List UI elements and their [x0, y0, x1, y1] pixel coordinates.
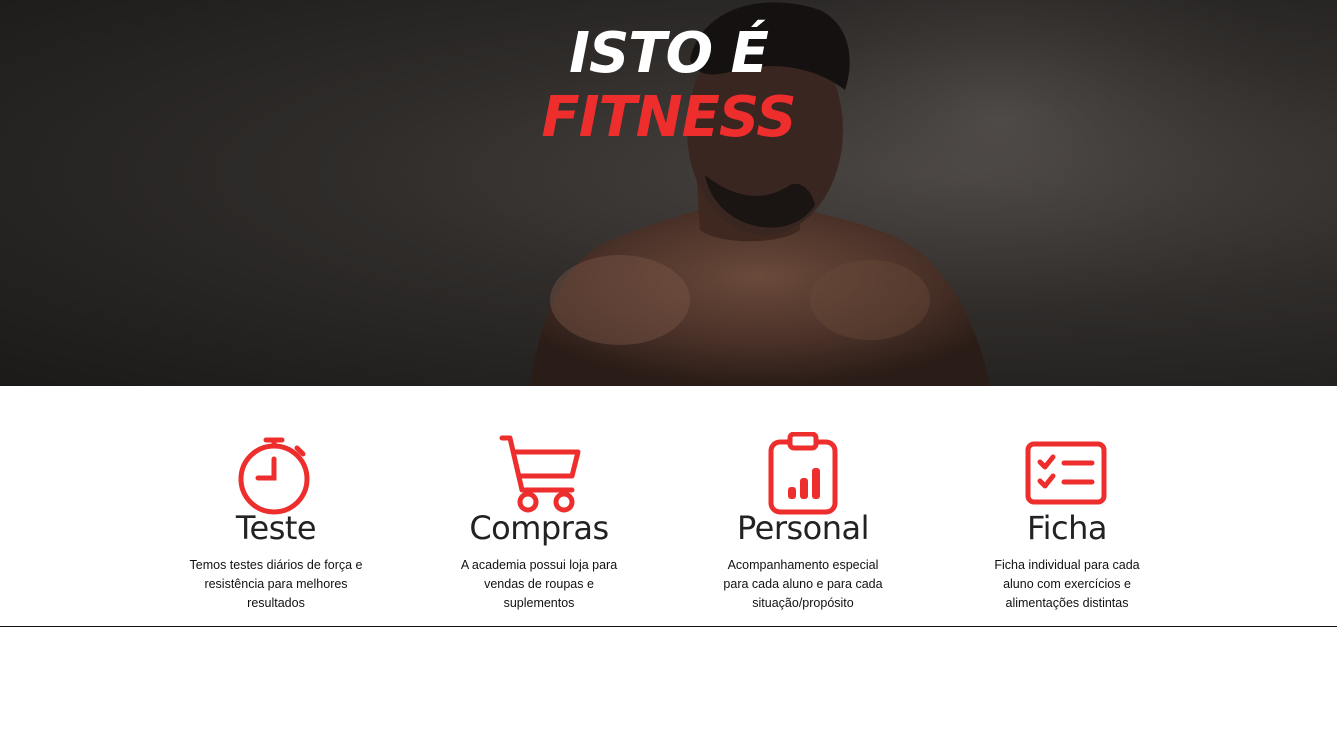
feature-description: Ficha individual para cada aluno com exe…: [994, 558, 1140, 610]
hero-title-line2: FITNESS: [541, 85, 796, 150]
hero-title-line1: ISTO É: [569, 21, 769, 86]
clipboard-chart-icon: [768, 432, 838, 515]
stopwatch-icon: [238, 437, 310, 515]
checklist-icon: [1025, 441, 1107, 505]
hero-title: ISTO É FITNESS: [0, 22, 1337, 150]
shopping-cart-icon: [499, 435, 581, 513]
feature-description: A academia possui loja para vendas de ro…: [460, 558, 618, 610]
feature-teste: Teste Temos testes diários de força e re…: [176, 432, 376, 613]
feature-personal: Personal Acompanhamento especial para ca…: [703, 432, 903, 613]
feature-title: Ficha: [1027, 509, 1107, 547]
feature-title: Personal: [736, 509, 870, 547]
feature-ficha: Ficha Ficha individual para cada aluno c…: [967, 432, 1167, 613]
feature-title: Teste: [235, 509, 317, 547]
feature-title: Compras: [469, 509, 609, 547]
hero-banner: ISTO É FITNESS: [0, 0, 1337, 386]
features-section: Teste Temos testes diários de força e re…: [0, 386, 1337, 627]
feature-compras: Compras A academia possui loja para vend…: [439, 432, 639, 613]
feature-description: Acompanhamento especial para cada aluno …: [723, 558, 883, 610]
feature-description: Temos testes diários de força e resistên…: [189, 558, 363, 610]
